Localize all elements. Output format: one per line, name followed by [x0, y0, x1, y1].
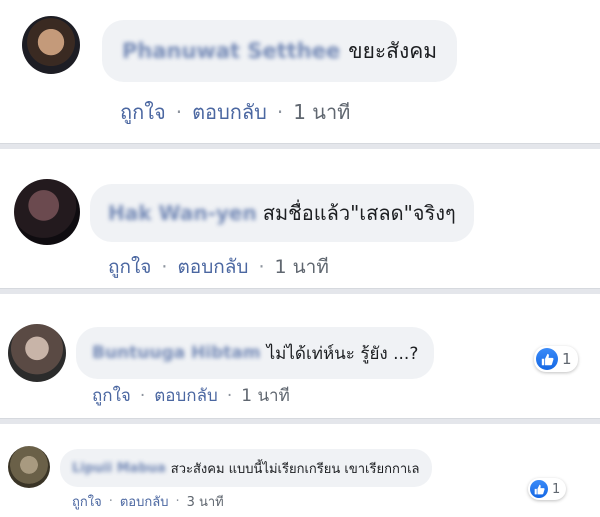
avatar[interactable] [8, 446, 50, 488]
comment-author[interactable]: Buntuuga Hibtam [92, 343, 261, 363]
reply-link[interactable]: ตอบกลับ [154, 382, 218, 409]
comment-4: Lipuii Mabua สวะสังคม แบบนี้ไม่เรียกเกรี… [0, 424, 600, 517]
separator-dot: · [226, 385, 233, 406]
comment-time[interactable]: 1 นาที [275, 252, 329, 282]
reply-link[interactable]: ตอบกลับ [120, 491, 169, 512]
comment-text: สมชื่อแล้ว"เสลด"จริงๆ [262, 201, 456, 225]
comment-author[interactable]: Lipuii Mabua [72, 461, 166, 476]
reaction-count: 1 [562, 350, 572, 368]
comment-author[interactable]: Hak Wan-yen [108, 201, 257, 225]
avatar[interactable] [22, 16, 80, 74]
separator-dot: · [175, 100, 183, 124]
comment-text: ขยะสังคม [348, 38, 438, 63]
avatar[interactable] [14, 179, 80, 245]
like-link[interactable]: ถูกใจ [72, 491, 102, 512]
separator-dot: · [161, 256, 168, 278]
like-thumb-icon [536, 348, 558, 370]
comment-time[interactable]: 1 นาที [241, 382, 290, 409]
comment-bubble: Phanuwat Setthee ขยะสังคม [102, 20, 458, 82]
comment-actions: ถูกใจ · ตอบกลับ · 1 นาที [92, 382, 290, 409]
like-link[interactable]: ถูกใจ [120, 96, 166, 128]
comment-bubble: Hak Wan-yen สมชื่อแล้ว"เสลด"จริงๆ [90, 184, 474, 242]
avatar[interactable] [8, 324, 66, 382]
reaction-count: 1 [552, 481, 561, 497]
comment-time[interactable]: 3 นาที [187, 491, 224, 512]
comment-actions: ถูกใจ · ตอบกลับ · 1 นาที [120, 96, 350, 128]
like-thumb-icon-glyph [534, 484, 545, 494]
separator-dot: · [108, 494, 113, 509]
comment-bubble: Lipuii Mabua สวะสังคม แบบนี้ไม่เรียกเกรี… [60, 449, 432, 487]
comment-text: ไม่ได้เท่ห์นะ รู้ยัง ...? [266, 343, 419, 364]
comment-bubble: Buntuuga Hibtam ไม่ได้เท่ห์นะ รู้ยัง ...… [76, 327, 435, 379]
like-thumb-icon-glyph [541, 353, 553, 365]
comment-2: Hak Wan-yen สมชื่อแล้ว"เสลด"จริงๆ ถูกใจ … [0, 149, 600, 288]
comment-time[interactable]: 1 นาที [293, 96, 350, 128]
like-link[interactable]: ถูกใจ [92, 382, 131, 409]
comment-3: Buntuuga Hibtam ไม่ได้เท่ห์นะ รู้ยัง ...… [0, 294, 600, 418]
comment-actions: ถูกใจ · ตอบกลับ · 3 นาที [72, 491, 224, 512]
comment-1: Phanuwat Setthee ขยะสังคม ถูกใจ · ตอบกลั… [0, 0, 600, 143]
reaction-summary[interactable]: 1 [528, 478, 567, 500]
separator-dot: · [276, 100, 284, 124]
separator-dot: · [139, 385, 146, 406]
comment-actions: ถูกใจ · ตอบกลับ · 1 นาที [108, 252, 329, 282]
comment-author[interactable]: Phanuwat Setthee [122, 39, 340, 63]
separator-dot: · [258, 256, 265, 278]
like-link[interactable]: ถูกใจ [108, 252, 151, 282]
reply-link[interactable]: ตอบกลับ [177, 252, 248, 282]
like-thumb-icon [530, 480, 548, 498]
separator-dot: · [175, 494, 180, 509]
reply-link[interactable]: ตอบกลับ [192, 96, 267, 128]
reaction-summary[interactable]: 1 [534, 346, 578, 372]
comment-text: สวะสังคม แบบนี้ไม่เรียกเกรียน เขาเรียกกา… [170, 461, 420, 477]
